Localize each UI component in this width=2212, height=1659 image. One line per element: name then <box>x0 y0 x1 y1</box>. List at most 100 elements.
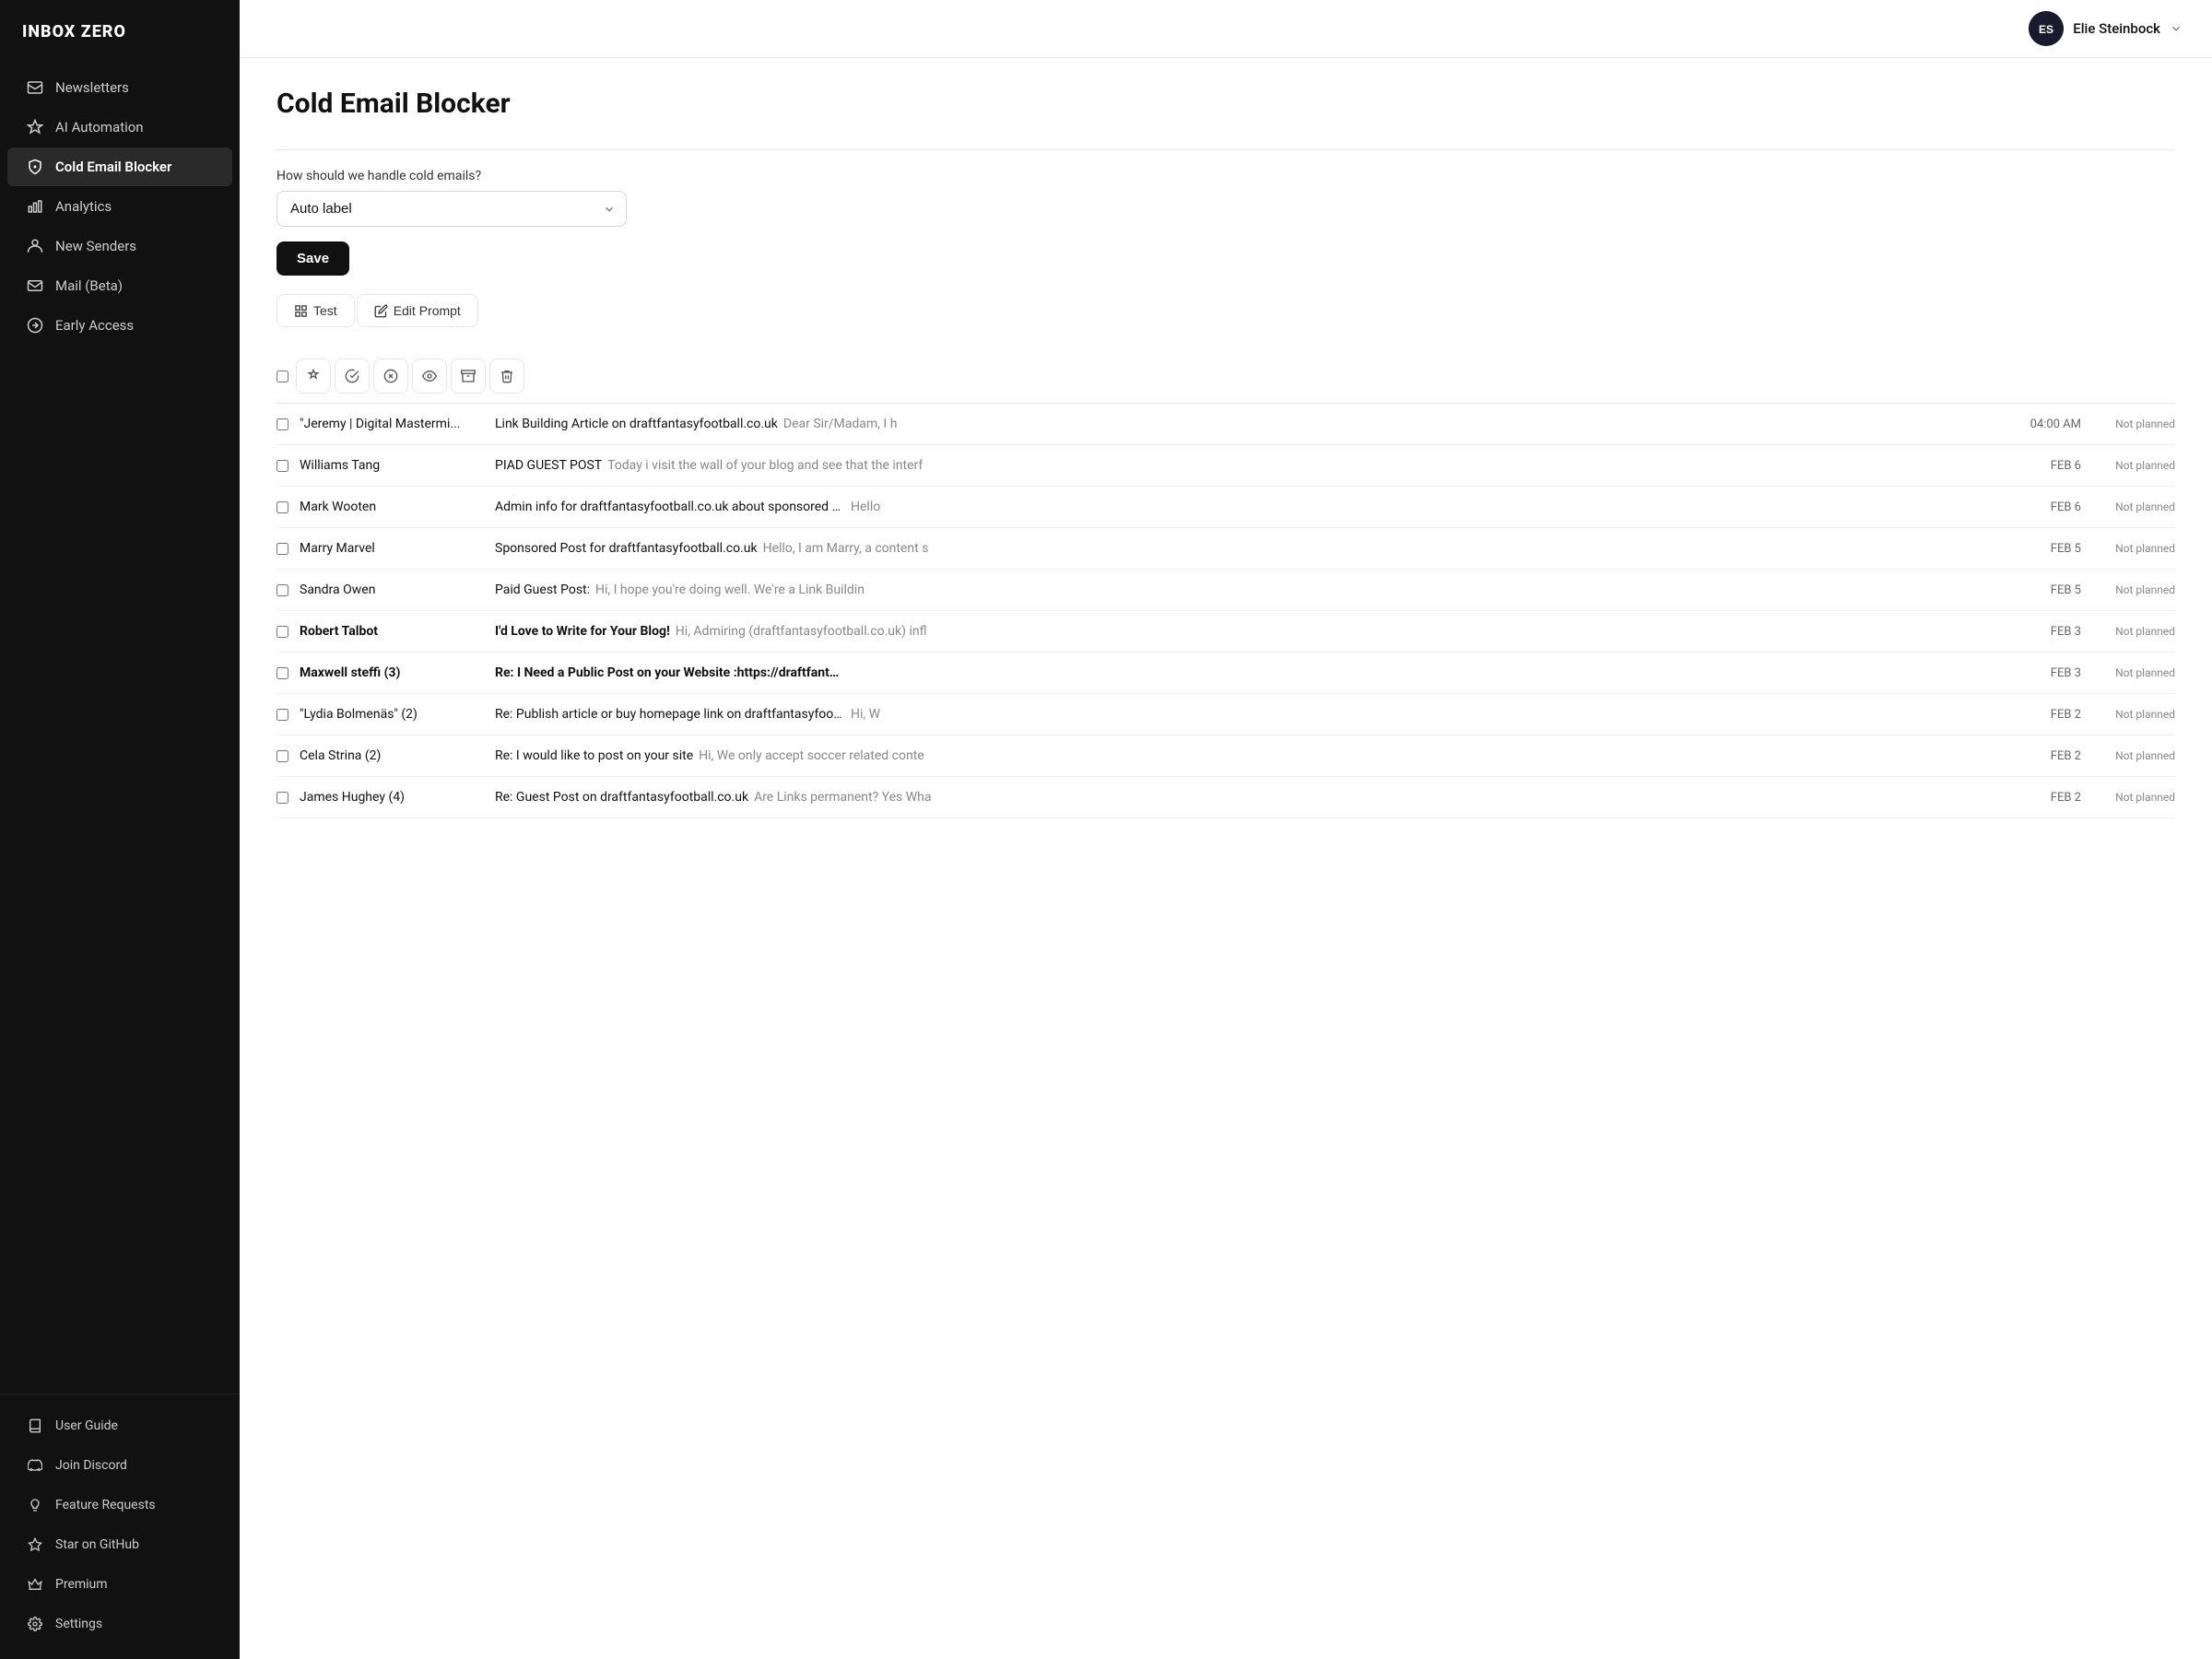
email-row[interactable]: Williams Tang PIAD GUEST POST Today i vi… <box>276 445 2175 487</box>
row-checkbox[interactable] <box>276 792 288 804</box>
page-title: Cold Email Blocker <box>276 88 2175 120</box>
sidebar-item-mail-beta-label: Mail (Beta) <box>55 277 123 294</box>
email-date: FEB 2 <box>2017 749 2081 763</box>
cold-email-select-wrapper: Auto label Archive Delete Mark as Read <box>276 191 627 227</box>
email-date: FEB 2 <box>2017 791 2081 805</box>
user-profile[interactable]: ES Elie Steinbock <box>2029 11 2183 46</box>
sidebar-item-cold-email-blocker[interactable]: Cold Email Blocker <box>7 147 232 186</box>
person-icon <box>26 237 44 255</box>
email-sender: Maxwell steffi (3) <box>300 665 484 680</box>
email-sender: "Jeremy | Digital Mastermi... <box>300 417 484 431</box>
email-subject-preview: Link Building Article on draftfantasyfoo… <box>495 417 2006 431</box>
sidebar-item-user-guide[interactable]: User Guide <box>7 1406 232 1445</box>
sidebar-item-newsletters[interactable]: Newsletters <box>7 68 232 107</box>
test-icon <box>294 304 308 318</box>
row-checkbox[interactable] <box>276 750 288 762</box>
sidebar-item-join-discord[interactable]: Join Discord <box>7 1446 232 1485</box>
email-row[interactable]: Mark Wooten Admin info for draftfantasyf… <box>276 487 2175 528</box>
sidebar-item-early-access[interactable]: Early Access <box>7 306 232 345</box>
svg-text:ES: ES <box>2039 23 2053 36</box>
email-sender: Cela Strina (2) <box>300 748 484 763</box>
sidebar-item-new-senders[interactable]: New Senders <box>7 227 232 265</box>
discord-icon <box>26 1456 44 1475</box>
email-date: FEB 6 <box>2017 459 2081 473</box>
email-date: FEB 3 <box>2017 625 2081 639</box>
row-checkbox[interactable] <box>276 584 288 596</box>
test-tab-label: Test <box>313 303 337 318</box>
email-date: FEB 3 <box>2017 666 2081 680</box>
delete-button[interactable] <box>489 359 524 394</box>
email-preview: Hi, W <box>851 707 880 722</box>
row-checkbox[interactable] <box>276 501 288 513</box>
ai-action-button[interactable] <box>296 359 331 394</box>
select-all-checkbox[interactable] <box>276 371 288 382</box>
sidebar-item-star-github[interactable]: Star on GitHub <box>7 1525 232 1564</box>
row-checkbox[interactable] <box>276 418 288 430</box>
star-icon <box>26 1535 44 1554</box>
sidebar-item-ai-automation[interactable]: AI Automation <box>7 108 232 147</box>
email-subject: PIAD GUEST POST <box>495 458 602 473</box>
email-preview: Today i visit the wall of your blog and … <box>607 458 923 473</box>
email-toolbar <box>276 349 2175 404</box>
sidebar: INBOX ZERO Newsletters AI Automation <box>0 0 240 1659</box>
sidebar-item-mail-beta[interactable]: Mail (Beta) <box>7 266 232 305</box>
test-tab[interactable]: Test <box>276 294 355 327</box>
analytics-icon <box>26 197 44 216</box>
email-list: "Jeremy | Digital Mastermi... Link Build… <box>276 404 2175 818</box>
row-checkbox[interactable] <box>276 667 288 679</box>
email-subject-preview: I'd Love to Write for Your Blog! Hi, Adm… <box>495 624 2006 639</box>
email-subject: Re: I would like to post on your site <box>495 748 693 763</box>
sidebar-nav: Newsletters AI Automation Cold Email Blo… <box>0 60 240 1394</box>
email-sender: Robert Talbot <box>300 624 484 639</box>
email-preview: Dear Sir/Madam, I h <box>783 417 898 431</box>
main-content: ES Elie Steinbock Cold Email Blocker How… <box>240 0 2212 1659</box>
reject-button[interactable] <box>373 359 408 394</box>
sidebar-item-cold-email-label: Cold Email Blocker <box>55 159 171 175</box>
email-row[interactable]: Cela Strina (2) Re: I would like to post… <box>276 735 2175 777</box>
email-date: FEB 6 <box>2017 500 2081 514</box>
row-checkbox[interactable] <box>276 709 288 721</box>
sidebar-item-feature-requests-label: Feature Requests <box>55 1498 156 1512</box>
early-access-icon <box>26 316 44 335</box>
edit-prompt-tab[interactable]: Edit Prompt <box>357 294 478 327</box>
sidebar-item-newsletters-label: Newsletters <box>55 79 129 96</box>
cold-email-select[interactable]: Auto label Archive Delete Mark as Read <box>276 191 627 227</box>
email-subject: Paid Guest Post: <box>495 582 590 597</box>
email-preview: Hello <box>851 500 880 514</box>
email-subject-preview: Re: Guest Post on draftfantasyfootball.c… <box>495 790 2006 805</box>
approve-button[interactable] <box>335 359 370 394</box>
newsletter-icon <box>26 78 44 97</box>
sidebar-item-feature-requests[interactable]: Feature Requests <box>7 1486 232 1524</box>
email-date: 04:00 AM <box>2017 418 2081 431</box>
status-badge: Not planned <box>2092 708 2175 721</box>
save-button[interactable]: Save <box>276 241 349 276</box>
row-checkbox[interactable] <box>276 626 288 638</box>
sidebar-item-premium-label: Premium <box>55 1577 108 1592</box>
status-badge: Not planned <box>2092 459 2175 472</box>
email-date: FEB 2 <box>2017 708 2081 722</box>
sidebar-item-settings[interactable]: Settings <box>7 1605 232 1643</box>
eye-button[interactable] <box>412 359 447 394</box>
email-row[interactable]: "Jeremy | Digital Mastermi... Link Build… <box>276 404 2175 445</box>
email-row[interactable]: James Hughey (4) Re: Guest Post on draft… <box>276 777 2175 818</box>
gear-icon <box>26 1615 44 1633</box>
email-preview: Hi, I hope you're doing well. We're a Li… <box>595 582 865 597</box>
email-row[interactable]: "Lydia Bolmenäs" (2) Re: Publish article… <box>276 694 2175 735</box>
email-row[interactable]: Marry Marvel Sponsored Post for draftfan… <box>276 528 2175 570</box>
sidebar-item-premium[interactable]: Premium <box>7 1565 232 1604</box>
email-preview: Hi, We only accept soccer related conte <box>699 748 924 763</box>
email-row[interactable]: Maxwell steffi (3) Re: I Need a Public P… <box>276 653 2175 694</box>
crown-icon <box>26 1575 44 1594</box>
email-sender: Sandra Owen <box>300 582 484 597</box>
row-checkbox[interactable] <box>276 543 288 555</box>
email-preview: Hello, I am Marry, a content s <box>763 541 929 556</box>
archive-button[interactable] <box>451 359 486 394</box>
email-subject-preview: Sponsored Post for draftfantasyfootball.… <box>495 541 2006 556</box>
chevron-down-icon <box>2170 22 2183 35</box>
email-sender: "Lydia Bolmenäs" (2) <box>300 707 484 722</box>
mail-icon <box>26 276 44 295</box>
sidebar-item-analytics[interactable]: Analytics <box>7 187 232 226</box>
email-row[interactable]: Sandra Owen Paid Guest Post: Hi, I hope … <box>276 570 2175 611</box>
row-checkbox[interactable] <box>276 460 288 472</box>
email-row[interactable]: Robert Talbot I'd Love to Write for Your… <box>276 611 2175 653</box>
